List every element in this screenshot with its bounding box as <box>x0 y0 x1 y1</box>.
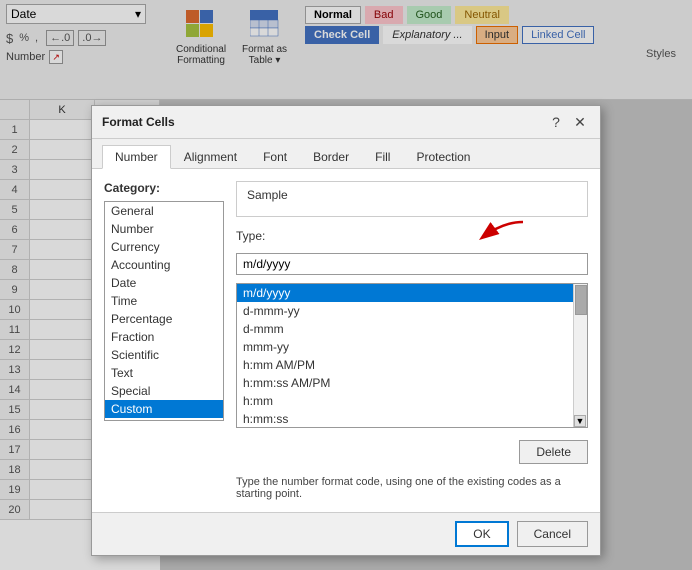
dialog-titlebar: Format Cells ? ✕ <box>92 106 600 139</box>
scrollbar-down-arrow[interactable]: ▼ <box>574 415 586 427</box>
tab-alignment[interactable]: Alignment <box>171 145 250 168</box>
title-buttons: ? ✕ <box>546 112 590 132</box>
category-item[interactable]: Number <box>105 220 223 238</box>
tab-fill[interactable]: Fill <box>362 145 403 168</box>
format-list-item[interactable]: h:mm AM/PM <box>237 356 573 374</box>
scrollbar-track[interactable]: ▼ <box>573 284 587 427</box>
category-item[interactable]: Currency <box>105 238 223 256</box>
delete-row: Delete <box>236 436 588 464</box>
category-item[interactable]: Scientific <box>105 346 223 364</box>
format-list-item[interactable]: h:mm:ss AM/PM <box>237 374 573 392</box>
tab-number[interactable]: Number <box>102 145 171 169</box>
category-item[interactable]: Fraction <box>105 328 223 346</box>
category-section: Category: GeneralNumberCurrencyAccountin… <box>104 181 224 500</box>
category-item[interactable]: Accounting <box>105 256 223 274</box>
category-list[interactable]: GeneralNumberCurrencyAccountingDateTimeP… <box>104 201 224 421</box>
category-item[interactable]: General <box>105 202 223 220</box>
format-list-item[interactable]: d-mmm <box>237 320 573 338</box>
format-list-item[interactable]: h:mm <box>237 392 573 410</box>
category-label: Category: <box>104 181 224 195</box>
tab-font[interactable]: Font <box>250 145 300 168</box>
format-list-item[interactable]: m/d/yyyy <box>237 284 573 302</box>
format-list[interactable]: m/d/yyyyd-mmm-yyd-mmmmmm-yyh:mm AM/PMh:m… <box>237 284 587 427</box>
delete-button[interactable]: Delete <box>519 440 588 464</box>
format-list-item[interactable]: d-mmm-yy <box>237 302 573 320</box>
sample-section: Sample <box>236 181 588 217</box>
format-list-container: m/d/yyyyd-mmm-yyd-mmmmmm-yyh:mm AM/PMh:m… <box>236 283 588 428</box>
dialog-tabs: NumberAlignmentFontBorderFillProtection <box>92 139 600 169</box>
dialog-title: Format Cells <box>102 115 175 129</box>
dialog-body: Category: GeneralNumberCurrencyAccountin… <box>92 169 600 512</box>
cancel-button[interactable]: Cancel <box>517 521 588 547</box>
category-item[interactable]: Time <box>105 292 223 310</box>
type-label: Type: <box>236 229 265 243</box>
tab-border[interactable]: Border <box>300 145 362 168</box>
tab-protection[interactable]: Protection <box>403 145 483 168</box>
type-row: Type: <box>236 225 588 243</box>
scrollbar-thumb[interactable] <box>575 285 587 315</box>
close-button[interactable]: ✕ <box>570 112 590 132</box>
format-list-item[interactable]: mmm-yy <box>237 338 573 356</box>
hint-text: Type the number format code, using one o… <box>236 476 588 500</box>
right-panel: Sample Type: <box>236 181 588 500</box>
help-button[interactable]: ? <box>546 112 566 132</box>
dialog-footer: OK Cancel <box>92 512 600 555</box>
category-item[interactable]: Percentage <box>105 310 223 328</box>
modal-overlay: Format Cells ? ✕ NumberAlignmentFontBord… <box>0 0 692 570</box>
sample-label: Sample <box>247 188 288 202</box>
category-item[interactable]: Custom <box>105 400 223 418</box>
format-list-item[interactable]: h:mm:ss <box>237 410 573 427</box>
type-input[interactable] <box>236 253 588 275</box>
arrow-indicator <box>473 217 528 247</box>
category-item[interactable]: Special <box>105 382 223 400</box>
category-item[interactable]: Text <box>105 364 223 382</box>
ok-button[interactable]: OK <box>455 521 508 547</box>
category-item[interactable]: Date <box>105 274 223 292</box>
format-cells-dialog: Format Cells ? ✕ NumberAlignmentFontBord… <box>91 105 601 556</box>
